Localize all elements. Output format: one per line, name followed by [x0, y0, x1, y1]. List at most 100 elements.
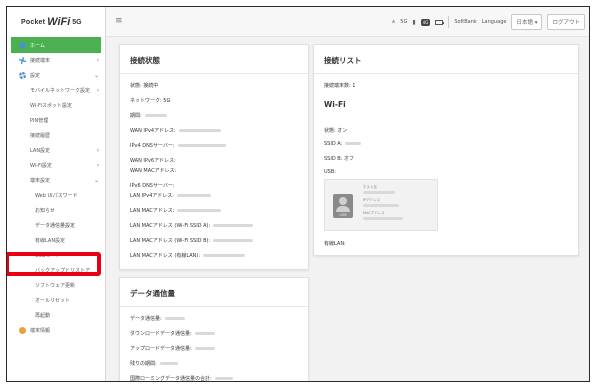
devices-icon [19, 57, 26, 64]
top-bar: ≡ ⩚ 5G ▮ 4G SoftBank Language 日本語 ▾ ログアウ… [106, 7, 589, 37]
ssid-b-row: SSID B: オフ [324, 156, 354, 162]
usb-hostname: ホスト名 [363, 185, 395, 194]
network-row: ネットワーク: 5G [130, 98, 171, 104]
sidebar-item-software-update[interactable]: ソフトウェア更新 [7, 278, 105, 293]
wan-mac-row: WAN MACアドレス: [130, 168, 177, 174]
ssid-a-row: SSID A: [324, 141, 362, 147]
chevron-right-icon: ‹ [96, 87, 99, 94]
ipv4-dns-row: IPv4 DNSサーバー: [130, 142, 226, 149]
sidebar-item-label: 端末情報 [30, 328, 51, 334]
carrier-name: SoftBank [454, 19, 477, 25]
pocket-wifi-logo: Pocket WiFi 5G [21, 16, 82, 28]
signal-icon: ⩚ [391, 18, 396, 25]
ipv6-dns-row: IPv6 DNSサーバー: [130, 183, 175, 189]
network-type: 5G [400, 19, 408, 25]
gear-icon [19, 72, 26, 79]
sidebar-item-lan[interactable]: LAN設定 ‹ [7, 143, 105, 158]
usb-ip: IPアドレス [363, 198, 399, 207]
wan-ipv4-row: WAN IPv4アドレス: [130, 127, 221, 134]
lan-mac-ssid-b-row: LAN MACアドレス (Wi-Fi SSID B): [130, 237, 254, 244]
network-badge: 4G [420, 18, 431, 26]
sidebar-item-label: モバイルネットワーク設定 [30, 88, 91, 94]
data-usage-panel: データ通信量 データ通信量: ダウンロードデータ通信量: アップロードデータ通信… [119, 277, 309, 381]
sidebar-item-label: 接続端末 [30, 58, 51, 64]
divider [314, 73, 578, 74]
sidebar-item-label: データ通信量設定 [35, 223, 76, 229]
sidebar-item-label: 設定 [30, 73, 41, 79]
divider [448, 16, 450, 28]
sidebar-item-notice[interactable]: お知らせ [7, 203, 105, 218]
sidebar-item-label: 再起動 [35, 313, 51, 319]
connection-list-panel: 接続リスト 接続端末数: 1 Wi-Fi 状態: オン SSID A: SSID… [313, 44, 579, 256]
battery-icon [435, 19, 445, 25]
status-row: 状態: 接続中 [130, 83, 159, 89]
sidebar-item-label: ソフトウェア更新 [35, 283, 76, 289]
usb-device-card[interactable]: USB ホスト名 IPアドレス MACアドレス [324, 179, 438, 231]
sidebar-item-label: Wi-Fi設定 [30, 163, 52, 169]
sidebar-item-mobile-network[interactable]: モバイルネットワーク設定 ‹ [7, 83, 105, 98]
panel-title: データ通信量 [130, 289, 175, 298]
menu-icon[interactable]: ≡ [115, 16, 123, 26]
lan-mac-ssid-a-row: LAN MACアドレス (Wi-Fi SSID A): [130, 222, 254, 229]
sidebar-item-home[interactable]: ホーム [11, 37, 101, 53]
language-select[interactable]: 日本語 ▾ [511, 14, 543, 30]
connected-count: 接続端末数: 1 [324, 83, 356, 89]
usb-mac: MACアドレス [363, 211, 403, 220]
sidebar-item-label: オールリセット [35, 298, 71, 304]
period-row: 期間: [130, 112, 167, 119]
divider [120, 306, 308, 307]
sidebar-item-label: 接続履歴 [30, 133, 51, 139]
panel-title: 接続状態 [130, 56, 160, 65]
chevron-down-icon: ⌄ [93, 177, 99, 184]
lan-mac-wired-row: LAN MACアドレス (有線LAN): [130, 252, 246, 259]
sidebar-item-settings[interactable]: 設定 ⌄ [7, 68, 105, 83]
upload-usage-row: アップロードデータ通信量: [130, 345, 215, 352]
remaining-period-row: 残りの期間: [130, 360, 178, 367]
sidebar-item-wifi-spot[interactable]: Wi-Fiスポット設定 [7, 98, 105, 113]
chevron-right-icon: ‹ [96, 162, 99, 169]
sidebar-item-label: PIN管理 [30, 118, 49, 124]
sidebar-nav: ホーム 接続端末 ‹ 設定 ⌄ モバイルネットワーク設定 ‹ Wi-Fiスポット… [7, 37, 105, 338]
sidebar-item-wifi[interactable]: Wi-Fi設定 ‹ [7, 158, 105, 173]
highlight-annotation-box [7, 252, 101, 276]
sidebar-item-connected-devices[interactable]: 接続端末 ‹ [7, 53, 105, 68]
sidebar-item-device-settings[interactable]: 端末設定 ⌄ [7, 173, 105, 188]
lan-ipv4-row: LAN IPv4アドレス: [130, 192, 211, 199]
lan-mac-row: LAN MACアドレス: [130, 207, 222, 214]
chevron-down-icon: ⌄ [93, 72, 99, 79]
sidebar-item-device-info[interactable]: 端末情報 [7, 323, 105, 338]
usb-row: USB: [324, 169, 336, 175]
sidebar-item-label: ホーム [30, 42, 45, 49]
antenna-icon: ▮ [412, 18, 416, 26]
connection-status-panel: 接続状態 状態: 接続中 ネットワーク: 5G 期間: WAN IPv4アドレス… [119, 44, 309, 270]
sidebar-item-webui-password[interactable]: Web UIパスワード [7, 188, 105, 203]
sidebar-item-reboot[interactable]: 再起動 [7, 308, 105, 323]
sidebar-item-label: Wi-Fiスポット設定 [30, 103, 72, 109]
wired-lan-row: 有線LAN: [324, 241, 346, 247]
sidebar-item-history[interactable]: 接続履歴 [7, 128, 105, 143]
chevron-right-icon: ‹ [96, 147, 99, 154]
sidebar-item-label: 端末設定 [30, 178, 51, 184]
info-icon [19, 327, 26, 334]
wifi-section-title: Wi-Fi [324, 100, 346, 109]
sidebar-item-wired-lan[interactable]: 有線LAN設定 [7, 233, 105, 248]
sidebar-item-label: LAN設定 [30, 148, 51, 154]
sidebar-item-data-usage-settings[interactable]: データ通信量設定 [7, 218, 105, 233]
wan-ipv6-row: WAN IPv6アドレス: [130, 158, 176, 164]
chevron-down-icon: ▾ [534, 20, 538, 26]
sidebar-item-reset[interactable]: オールリセット [7, 293, 105, 308]
download-usage-row: ダウンロードデータ通信量: [130, 330, 215, 337]
status-area: ⩚ 5G ▮ 4G SoftBank Language 日本語 ▾ ログアウト [392, 14, 585, 30]
sidebar-item-label: お知らせ [35, 208, 55, 214]
language-label: Language [481, 19, 507, 25]
sidebar-item-label: 有線LAN設定 [35, 238, 66, 244]
logout-button[interactable]: ログアウト [547, 14, 585, 30]
usb-device-icon: USB [333, 194, 353, 218]
divider [120, 73, 308, 74]
browser-frame: Pocket WiFi 5G ホーム 接続端末 ‹ 設定 ⌄ モバイルネットワー… [6, 6, 590, 382]
sidebar-item-pin[interactable]: PIN管理 [7, 113, 105, 128]
data-usage-row: データ通信量: [130, 315, 185, 322]
roaming-usage-row: 国際ローミングデータ通信量の合計: [130, 375, 233, 381]
sidebar: Pocket WiFi 5G ホーム 接続端末 ‹ 設定 ⌄ モバイルネットワー… [7, 7, 106, 381]
wifi-state-row: 状態: オン [324, 128, 348, 134]
